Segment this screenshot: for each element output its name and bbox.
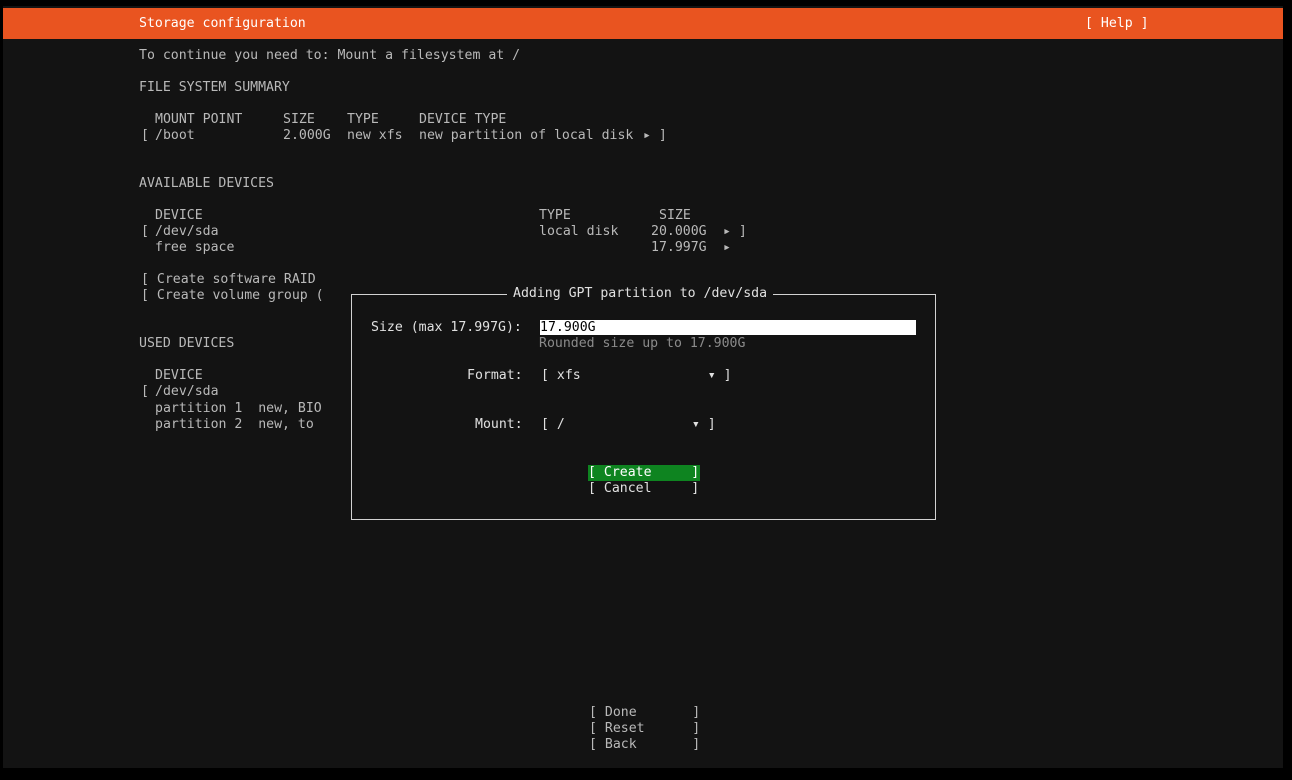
row-type: local disk: [539, 224, 619, 239]
row-bracket: [: [141, 224, 149, 239]
col-header-mount-point: MOUNT POINT: [155, 112, 243, 127]
page-title: Storage configuration: [139, 16, 306, 31]
size-label: Size (max 17.997G):: [371, 320, 522, 335]
cancel-button[interactable]: [ Cancel ]: [588, 481, 699, 497]
create-volume-group-button[interactable]: [ Create volume group (: [141, 288, 324, 304]
row-size: 17.997G: [651, 240, 707, 255]
format-select[interactable]: [ xfs ▾ ]: [541, 368, 732, 384]
row-mount: /boot: [155, 128, 195, 143]
size-input[interactable]: 17.900G: [540, 320, 916, 335]
fs-summary-heading: FILE SYSTEM SUMMARY: [139, 80, 290, 95]
title-bar: Storage configuration [ Help ]: [3, 8, 1283, 39]
row-device: /dev/sda: [155, 224, 219, 239]
installer-screen: Storage configuration [ Help ] To contin…: [3, 6, 1283, 768]
row-device: /dev/sda: [155, 384, 219, 399]
col-header-size: SIZE: [659, 208, 691, 223]
available-devices-heading: AVAILABLE DEVICES: [139, 176, 274, 191]
used-row-partition-1[interactable]: partition 1 new, BIO: [155, 401, 322, 417]
col-header-size: SIZE: [283, 112, 315, 127]
row-menu-arrow-icon[interactable]: ▸ ]: [723, 224, 747, 240]
row-menu-arrow-icon[interactable]: ▸: [723, 240, 731, 256]
create-button[interactable]: [ Create ]: [588, 465, 700, 481]
used-devices-heading: USED DEVICES: [139, 336, 235, 351]
continue-notice: To continue you need to: Mount a filesys…: [139, 48, 521, 63]
mount-select[interactable]: [ / ▾ ]: [541, 417, 716, 433]
row-menu-arrow-icon[interactable]: ▸ ]: [643, 128, 667, 144]
back-button[interactable]: [ Back ]: [589, 737, 700, 753]
used-row-partition-2[interactable]: partition 2 new, to: [155, 417, 314, 433]
row-size: 20.000G: [651, 224, 707, 239]
col-header-type: TYPE: [347, 112, 379, 127]
col-header-type: TYPE: [539, 208, 571, 223]
row-device: free space: [155, 240, 235, 255]
col-header-device: DEVICE: [155, 368, 203, 383]
row-device-type: new partition of local disk: [419, 128, 634, 143]
col-header-device-type: DEVICE TYPE: [419, 112, 507, 127]
row-bracket: [: [141, 128, 149, 143]
mount-label: Mount:: [475, 417, 523, 432]
done-button[interactable]: [ Done ]: [589, 705, 700, 721]
row-size: 2.000G: [283, 128, 331, 143]
format-label: Format:: [467, 368, 523, 383]
create-raid-button[interactable]: [ Create software RAID: [141, 272, 316, 288]
dialog-title: Adding GPT partition to /dev/sda: [507, 286, 774, 302]
reset-button[interactable]: [ Reset ]: [589, 721, 700, 737]
size-hint: Rounded size up to 17.900G: [539, 336, 746, 351]
row-type: new xfs: [347, 128, 403, 143]
col-header-device: DEVICE: [155, 208, 203, 223]
add-partition-dialog: Adding GPT partition to /dev/sda Size (m…: [351, 286, 936, 520]
row-bracket: [: [141, 384, 149, 399]
help-button[interactable]: [ Help ]: [1085, 16, 1149, 32]
